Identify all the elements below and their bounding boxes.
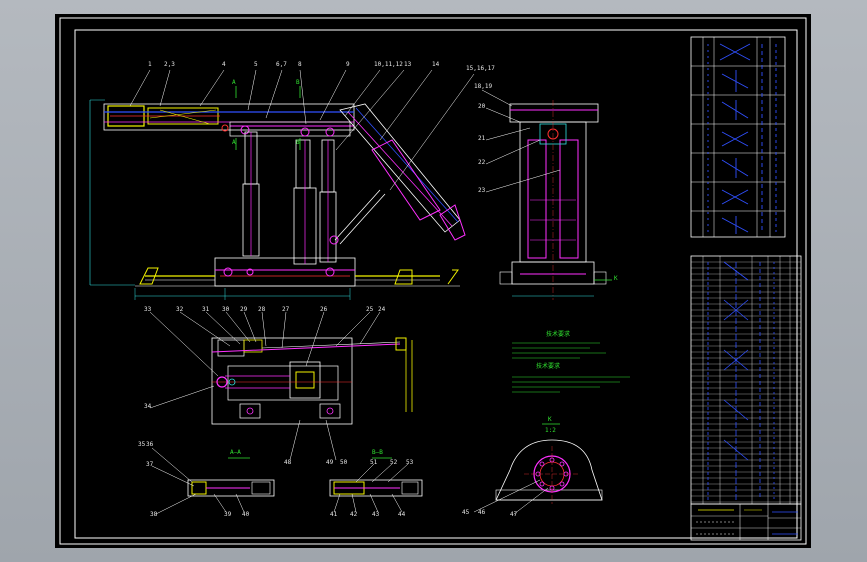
callout-label: 21 xyxy=(478,135,486,142)
view-arrow-k: K xyxy=(614,275,618,282)
drawing-sheet xyxy=(55,14,811,548)
callout-label: 53 xyxy=(406,459,414,466)
callout-label: 18,19 xyxy=(474,83,493,90)
callout-label: 43 xyxy=(372,511,380,518)
callout-label: 38 xyxy=(150,511,158,518)
notes-subtitle: 技术要求 xyxy=(536,363,561,370)
notes-title: 技术要求 xyxy=(546,331,571,338)
callout-label: 10,11,12 xyxy=(374,61,403,68)
section-mark-b-top: B xyxy=(296,79,300,86)
callout-label: 32 xyxy=(176,306,184,313)
callout-label: 50 xyxy=(340,459,348,466)
callout-label: 20 xyxy=(478,103,486,110)
callout-label: 26 xyxy=(320,306,328,313)
callout-label: 41 xyxy=(330,511,338,518)
callout-label: 35 xyxy=(138,441,146,448)
callout-label: 49 xyxy=(326,459,334,466)
callout-label: 22 xyxy=(478,159,486,166)
callout-label: 1 xyxy=(148,61,152,68)
callout-label: 23 xyxy=(478,187,486,194)
callout-label: 28 xyxy=(258,306,266,313)
section-mark-a-bottom: A xyxy=(232,139,236,146)
callout-label: 27 xyxy=(282,306,290,313)
cad-viewport: 1 2,3 4 5 6,7 8 9 10,11,12 13 14 15,16,1… xyxy=(0,0,867,562)
callout-label: 6,7 xyxy=(276,61,287,68)
callout-label: 24 xyxy=(378,306,386,313)
callout-label: 52 xyxy=(390,459,398,466)
callout-label: 47 xyxy=(510,511,518,518)
section-aa-title: A—A xyxy=(230,449,241,456)
callout-label: 8 xyxy=(298,61,302,68)
callout-label: 33 xyxy=(144,306,152,313)
callout-label: 4 xyxy=(222,61,226,68)
callout-label: 37 xyxy=(146,461,154,468)
detail-k-scale: 1:2 xyxy=(545,427,556,434)
callout-label: 45 xyxy=(462,509,470,516)
callout-label: 40 xyxy=(242,511,250,518)
callout-label: 2,3 xyxy=(164,61,175,68)
detail-k-title: K xyxy=(548,416,552,423)
callout-label: 30 xyxy=(222,306,230,313)
callout-label: 29 xyxy=(240,306,248,313)
callout-label: 48 xyxy=(284,459,292,466)
section-mark-b-bottom: B xyxy=(296,139,300,146)
callout-label: 34 xyxy=(144,403,152,410)
callout-label: 42 xyxy=(350,511,358,518)
section-bb-title: B—B xyxy=(372,449,383,456)
section-mark-a-top: A xyxy=(232,79,236,86)
callout-label: 13 xyxy=(404,61,412,68)
callout-label: 51 xyxy=(370,459,378,466)
callout-label: 31 xyxy=(202,306,210,313)
callout-label: 14 xyxy=(432,61,440,68)
callout-label: 36 xyxy=(146,441,154,448)
callout-label: 44 xyxy=(398,511,406,518)
callout-label: 9 xyxy=(346,61,350,68)
callout-label: 46 xyxy=(478,509,486,516)
callout-label: 5 xyxy=(254,61,258,68)
callout-label: 25 xyxy=(366,306,374,313)
paper-background xyxy=(55,14,811,548)
callout-label: 15,16,17 xyxy=(466,65,495,72)
callout-label: 39 xyxy=(224,511,232,518)
